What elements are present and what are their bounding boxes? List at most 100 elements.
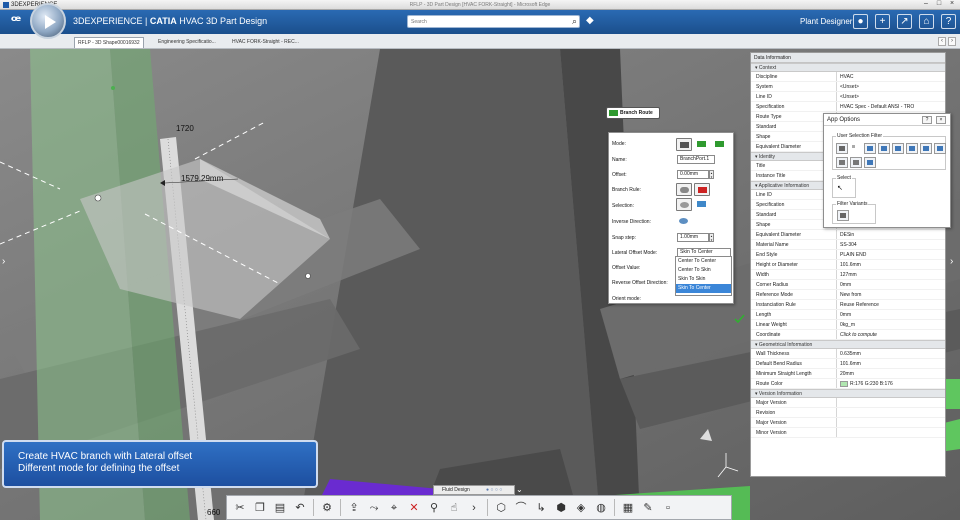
measure-icon[interactable]: ⌖ [387,501,401,515]
paste-icon[interactable]: ▤ [273,501,287,515]
bend-icon[interactable]: ⌒ [514,501,528,515]
filter-option-1-button[interactable] [836,157,848,168]
section-version-information[interactable]: ▾ Version Information [751,389,945,398]
share-icon[interactable]: ↗ [897,14,912,29]
workbench-pager-icon[interactable]: ● ○ ○ ○ [486,486,502,494]
elbow-icon[interactable]: ↳ [534,501,548,515]
search-icon[interactable]: ⌕ [572,16,577,27]
snap-step-field[interactable]: 1.00mm [677,233,709,242]
filter-point-button[interactable] [850,143,862,154]
settings-icon[interactable]: ⚙ [320,501,334,515]
section-geometrical-information[interactable]: ▾ Geometrical Information [751,340,945,349]
user-selection-filter-label: User Selection Filter [836,133,884,139]
filter-assembly-button[interactable] [934,143,946,154]
brand-suffix: HVAC 3D Part Design [176,16,268,26]
close-icon[interactable]: × [936,116,946,124]
applicative-row: Instanciation Rule Reuse Reference [751,300,945,310]
filter-variants-button[interactable] [837,210,849,221]
filter-solid-button[interactable] [892,143,904,154]
tag-icon[interactable]: ◆ [586,15,594,26]
selection-box-button[interactable] [694,198,710,211]
search-input[interactable] [408,16,558,27]
part-body-icon[interactable]: ⬡ [494,501,508,515]
pin-icon[interactable]: ? [922,116,932,124]
green-marker [111,86,115,90]
window-title: RFLP - 3D Part Design [HVAC FORK-Straigh… [409,1,551,8]
equipment-icon[interactable]: ◈ [574,501,588,515]
branch-rule-button[interactable] [676,183,692,196]
filter-option-2-button[interactable] [850,157,862,168]
select-arrow-icon[interactable]: ↖ [837,184,849,195]
next-icon[interactable]: › [467,501,481,515]
close-window-icon[interactable]: × [946,0,958,9]
add-icon[interactable]: + [875,14,890,29]
compass-play-button[interactable] [30,3,66,39]
option-center-to-skin[interactable]: Center To Skin [676,266,731,275]
dimension-label-distance[interactable]: 1579.29mm [181,174,223,183]
home-icon[interactable]: ⌂ [919,14,934,29]
fitting-icon[interactable]: ⬢ [554,501,568,515]
table-icon[interactable]: ▦ [621,501,635,515]
applicative-value[interactable]: Click to compute [837,330,945,339]
tab-scroll-left-icon[interactable]: ‹ [938,37,946,46]
probe-icon[interactable]: ⚲ [427,501,441,515]
section-context[interactable]: ▾ Context [751,63,945,72]
brand-prefix: 3DEXPERIENCE | [73,16,150,26]
selection-button[interactable] [676,198,692,211]
reverse-offset-direction-label: Reverse Offset Direction: [612,280,668,286]
applicative-key: Material Name [751,240,837,249]
minimize-icon[interactable]: – [920,0,932,9]
applicative-value: 0kg_m [840,321,856,328]
maximize-icon[interactable]: □ [933,0,945,9]
filter-product-button[interactable] [920,143,932,154]
help-icon[interactable]: ? [941,14,956,29]
filter-surface-button[interactable] [878,143,890,154]
undo-icon[interactable]: ↶ [293,501,307,515]
select-group: Select ↖ [832,175,856,198]
name-field[interactable]: BranchPort.1 [677,155,715,164]
version-key: Revision [751,408,837,417]
route-color-swatch[interactable] [840,380,848,387]
delete-route-icon[interactable]: ✕ [407,501,421,515]
lateral-offset-mode-dropdown[interactable]: Center To Center Center To Skin Skin To … [675,256,732,296]
filter-funnel-button[interactable] [836,143,848,154]
tab-rflp-3d-shape[interactable]: RFLP - 3D Shape00016932 [74,37,144,48]
workbench-tab[interactable]: Fluid Design ● ○ ○ ○ [433,485,515,495]
copy-icon[interactable]: ❐ [253,501,267,515]
branch-point-start[interactable] [94,194,102,202]
tab-scroll-right-icon[interactable]: › [948,37,956,46]
user-role[interactable]: Plant Designer [800,17,852,26]
branch-rule-clear-button[interactable] [694,183,710,196]
geometrical-value: 0.635mm [840,350,861,357]
snap-step-stepper[interactable]: ▴ ▾ [709,233,714,242]
mode-straight-button[interactable] [676,138,692,151]
offset-stepper[interactable]: ▴ ▾ [709,170,714,179]
filter-part-button[interactable] [906,143,918,154]
export-icon[interactable]: ⇪ [347,501,361,515]
option-center-to-center[interactable]: Center To Center [676,257,731,266]
filter-option-3-button[interactable] [864,157,876,168]
hand-icon[interactable]: ☝ [447,501,461,515]
viewport-left-arrow-icon[interactable]: › [2,256,5,267]
more-tools-icon[interactable]: ▫ [661,501,675,515]
app-options-panel: App Options ? × User Selection Filter Se… [823,113,951,228]
tab-engineering-specification[interactable]: Engineering Specificatio... [155,37,219,48]
toolbar-collapse-chevron-icon[interactable]: ⌄ [516,485,526,495]
branch-point-end[interactable] [305,273,311,279]
cut-icon[interactable]: ✂ [233,501,247,515]
applicative-row: Material Name SS-304 [751,240,945,250]
inverse-direction-button[interactable] [676,215,692,228]
user-avatar-icon[interactable]: ● [853,14,868,29]
mode-route-button[interactable] [712,138,728,151]
annotate-icon[interactable]: ✎ [641,501,655,515]
filter-curve-button[interactable] [864,143,876,154]
route-icon[interactable]: ⤳ [367,501,381,515]
offset-field[interactable]: 0.00mm [677,170,709,179]
mode-branch-button[interactable] [694,138,710,151]
viewport-right-arrow-icon[interactable]: › [950,256,953,267]
insulation-icon[interactable]: ◍ [594,501,608,515]
option-skin-to-center[interactable]: Skin To Center [676,284,731,293]
tab-hvac-fork-straight[interactable]: HVAC FORK-Straight - REC... [229,37,302,48]
search-box[interactable]: ⌕ [407,15,580,28]
option-skin-to-skin[interactable]: Skin To Skin [676,275,731,284]
